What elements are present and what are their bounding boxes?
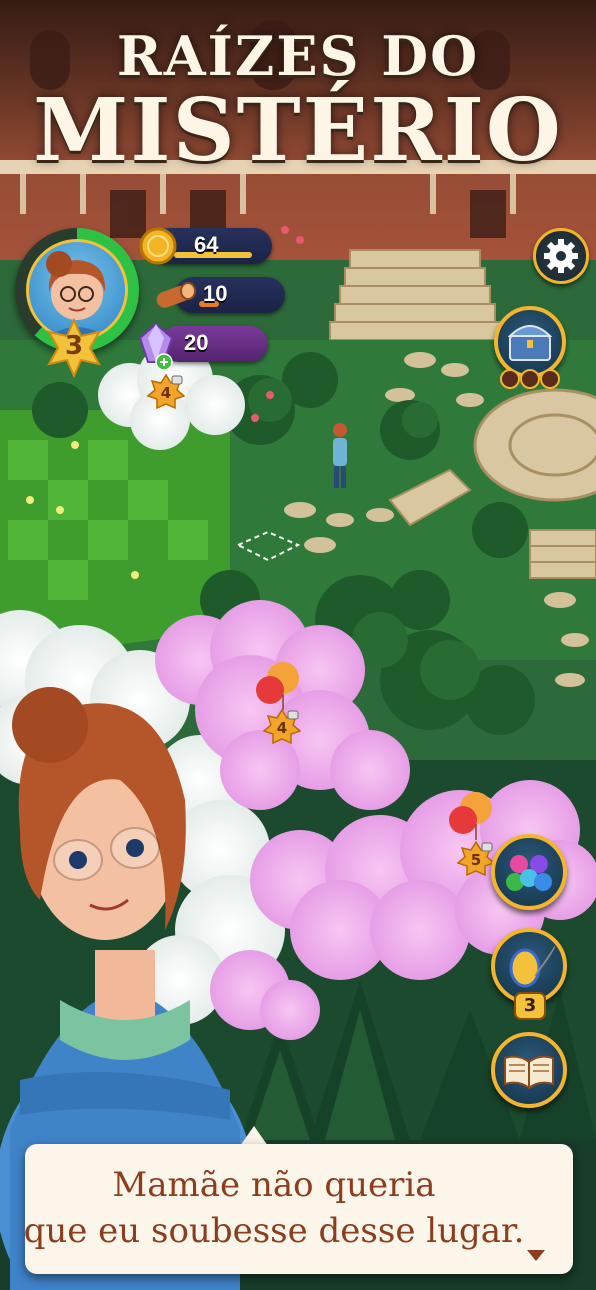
game-title-line-2: MISTÉRIO <box>33 80 563 181</box>
dialog-line-1: Mamãe não queria <box>112 1165 436 1205</box>
dialog-line-2: que eu soubesse desse lugar. <box>23 1211 525 1251</box>
egg-quill-icon <box>509 945 556 988</box>
wood-log-icon <box>156 282 196 308</box>
coins-value: 64 <box>194 232 219 257</box>
gems-value: 20 <box>184 330 209 355</box>
game-title-line-1: RAÍZES DO <box>116 24 480 88</box>
journal-button[interactable] <box>491 1032 567 1108</box>
settings-button[interactable] <box>533 228 589 284</box>
wood-value: 10 <box>203 281 228 306</box>
dialog-next-arrow-icon[interactable] <box>527 1250 545 1261</box>
speech-bubble-tail <box>240 1126 268 1146</box>
fog-lock-level-1: 4 <box>160 384 172 402</box>
game-screen: RAÍZES DO MISTÉRIO 3 64 10 20 4 4 5 3 Ma… <box>0 0 596 1290</box>
dialog-box[interactable] <box>25 1144 573 1274</box>
puzzle-button[interactable] <box>491 834 567 910</box>
cart-wheels-icon <box>500 369 560 389</box>
add-gems-icon[interactable] <box>155 353 173 371</box>
fog-lock-level-3: 5 <box>470 851 482 869</box>
gear-icon <box>544 239 578 273</box>
treasure-chest-icon <box>507 325 553 361</box>
open-book-icon <box>504 1055 554 1090</box>
gems-counter[interactable]: 20 <box>160 326 268 362</box>
coin-icon <box>139 227 177 265</box>
player-level: 3 <box>64 331 84 361</box>
match-pieces-icon <box>506 855 552 891</box>
egg-count-badge: 3 <box>514 992 546 1020</box>
fog-lock-level-2: 4 <box>276 719 288 737</box>
